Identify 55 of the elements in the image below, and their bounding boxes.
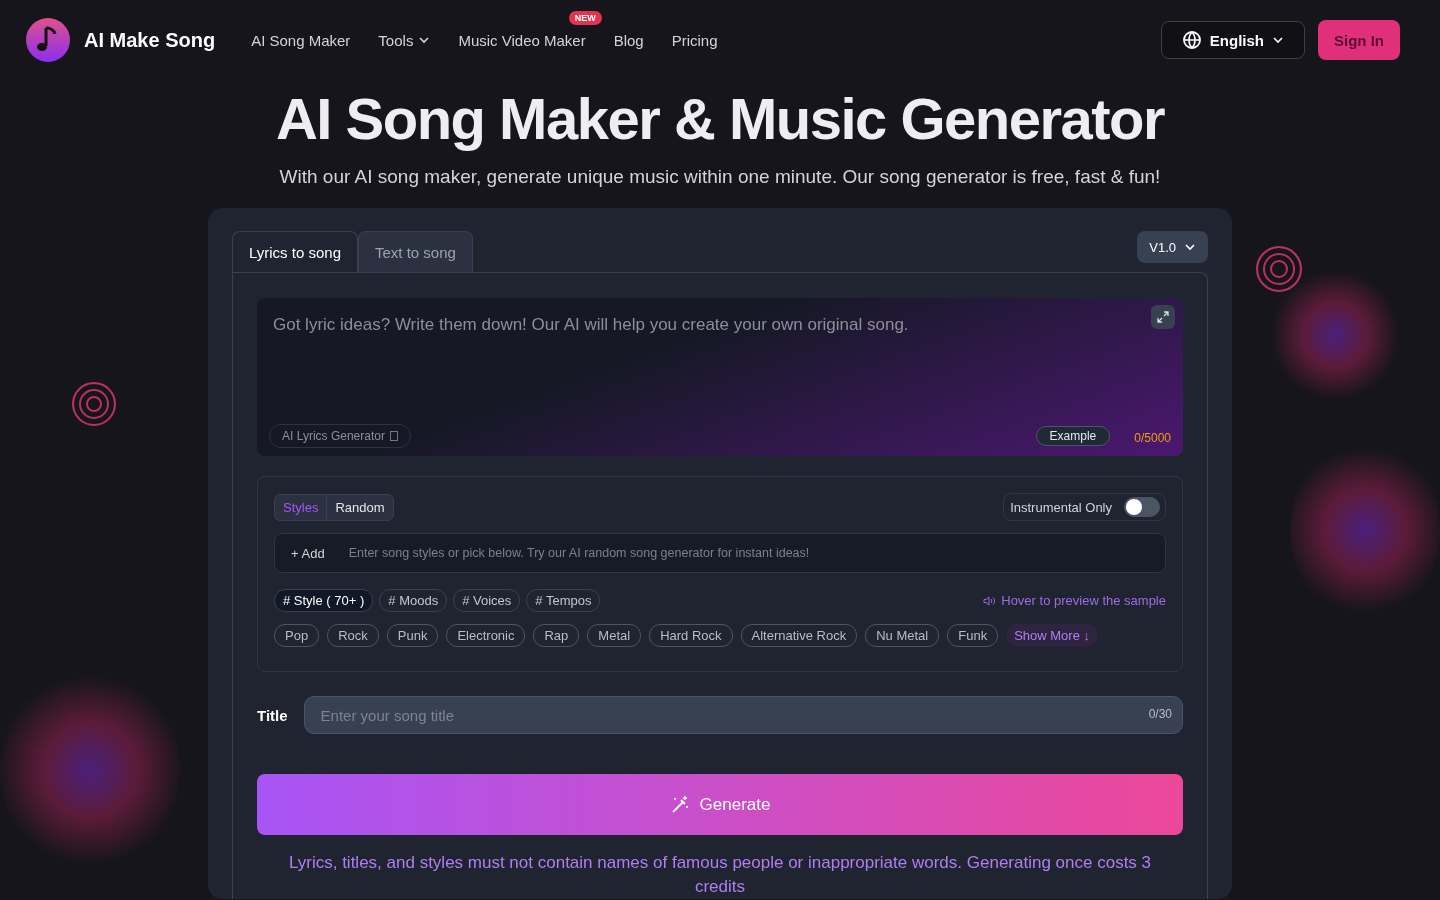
version-dropdown[interactable]: V1.0 <box>1137 231 1208 263</box>
lyrics-editor[interactable]: Got lyric ideas? Write them down! Our AI will help you create your own original song. AI Lyrics Generator Example 0/5000 <box>257 298 1183 456</box>
globe-icon <box>1181 30 1202 50</box>
chevron-down-icon <box>1184 241 1196 253</box>
rings-decoration <box>1256 246 1302 292</box>
show-more-button[interactable]: Show More ↓ <box>1006 624 1099 647</box>
music-note-logo-icon <box>26 18 70 62</box>
example-button[interactable]: Example <box>1035 426 1111 446</box>
chevron-down-icon <box>1272 34 1284 46</box>
style-tag[interactable]: Alternative Rock <box>740 624 858 647</box>
style-tag[interactable]: Nu Metal <box>865 624 940 647</box>
style-tag[interactable]: Punk <box>386 624 439 647</box>
nav-link[interactable]: Music Video Maker <box>458 31 586 49</box>
add-style-button[interactable]: + Add <box>291 545 325 561</box>
generate-button[interactable]: Generate <box>257 774 1183 835</box>
nav-dropdown[interactable]: Tools <box>378 31 431 49</box>
page-title: AI Song Maker & Music Generator <box>274 85 1166 153</box>
instrumental-toggle[interactable] <box>1124 497 1160 517</box>
logo-text: AI Make Song <box>84 28 216 52</box>
category-chip[interactable]: # Style ( 70+ ) <box>274 589 374 612</box>
credits-notice: Lyrics, titles, and styles must not contain names of famous people or inappropriate words. Generating once costs 3 credits <box>287 852 1153 898</box>
page-subtitle: With our AI song maker, generate unique music within one minute. Our song generator is free, fast & fun! <box>278 166 1162 188</box>
rings-decoration <box>72 382 116 426</box>
speaker-icon <box>983 595 996 606</box>
character-counter: 0/5000 <box>1134 431 1171 445</box>
style-tag[interactable]: Rock <box>327 624 379 647</box>
category-chip[interactable]: # Moods <box>379 589 448 612</box>
logo-link[interactable]: AI Make Song <box>26 18 216 62</box>
style-input-bar[interactable]: + Add Enter song styles or pick below. Try our AI random song generator for instant ideas! <box>274 533 1166 573</box>
mode-tab[interactable]: Lyrics to song <box>232 231 358 272</box>
style-tag[interactable]: Funk <box>947 624 999 647</box>
style-tag[interactable]: Hard Rock <box>649 624 733 647</box>
title-counter: 0/30 <box>1148 707 1172 721</box>
style-mode-option[interactable]: Random <box>326 494 393 520</box>
title-label: Title <box>257 706 288 724</box>
instrumental-label: Instrumental Only <box>1010 499 1112 515</box>
style-tag[interactable]: Metal <box>587 624 642 647</box>
preview-hint: Hover to preview the sample <box>1001 593 1166 608</box>
lyrics-field[interactable]: Got lyric ideas? Write them down! Our AI will help you create your own original song. <box>273 298 1167 424</box>
new-badge: NEW <box>568 10 602 25</box>
style-input-field[interactable]: Enter song styles or pick below. Try our AI random song generator for instant ideas! <box>346 545 1149 561</box>
category-chip[interactable]: # Voices <box>453 589 521 612</box>
expand-icon <box>1157 311 1169 323</box>
category-chip[interactable]: # Tempos <box>526 589 601 612</box>
nav-link[interactable]: Pricing <box>671 31 718 49</box>
mode-tab[interactable]: Text to song <box>358 231 473 272</box>
style-tag[interactable]: Rap <box>533 624 580 647</box>
expand-button[interactable] <box>1151 305 1175 329</box>
nav-link[interactable]: Blog <box>613 31 644 49</box>
language-selector[interactable]: English <box>1160 21 1305 59</box>
square-icon <box>389 431 398 441</box>
style-tag[interactable]: Electronic <box>446 624 526 647</box>
nav-link[interactable]: AI Song Maker <box>251 31 351 49</box>
chevron-down-icon <box>418 34 431 46</box>
style-tag[interactable]: Pop <box>274 624 320 647</box>
